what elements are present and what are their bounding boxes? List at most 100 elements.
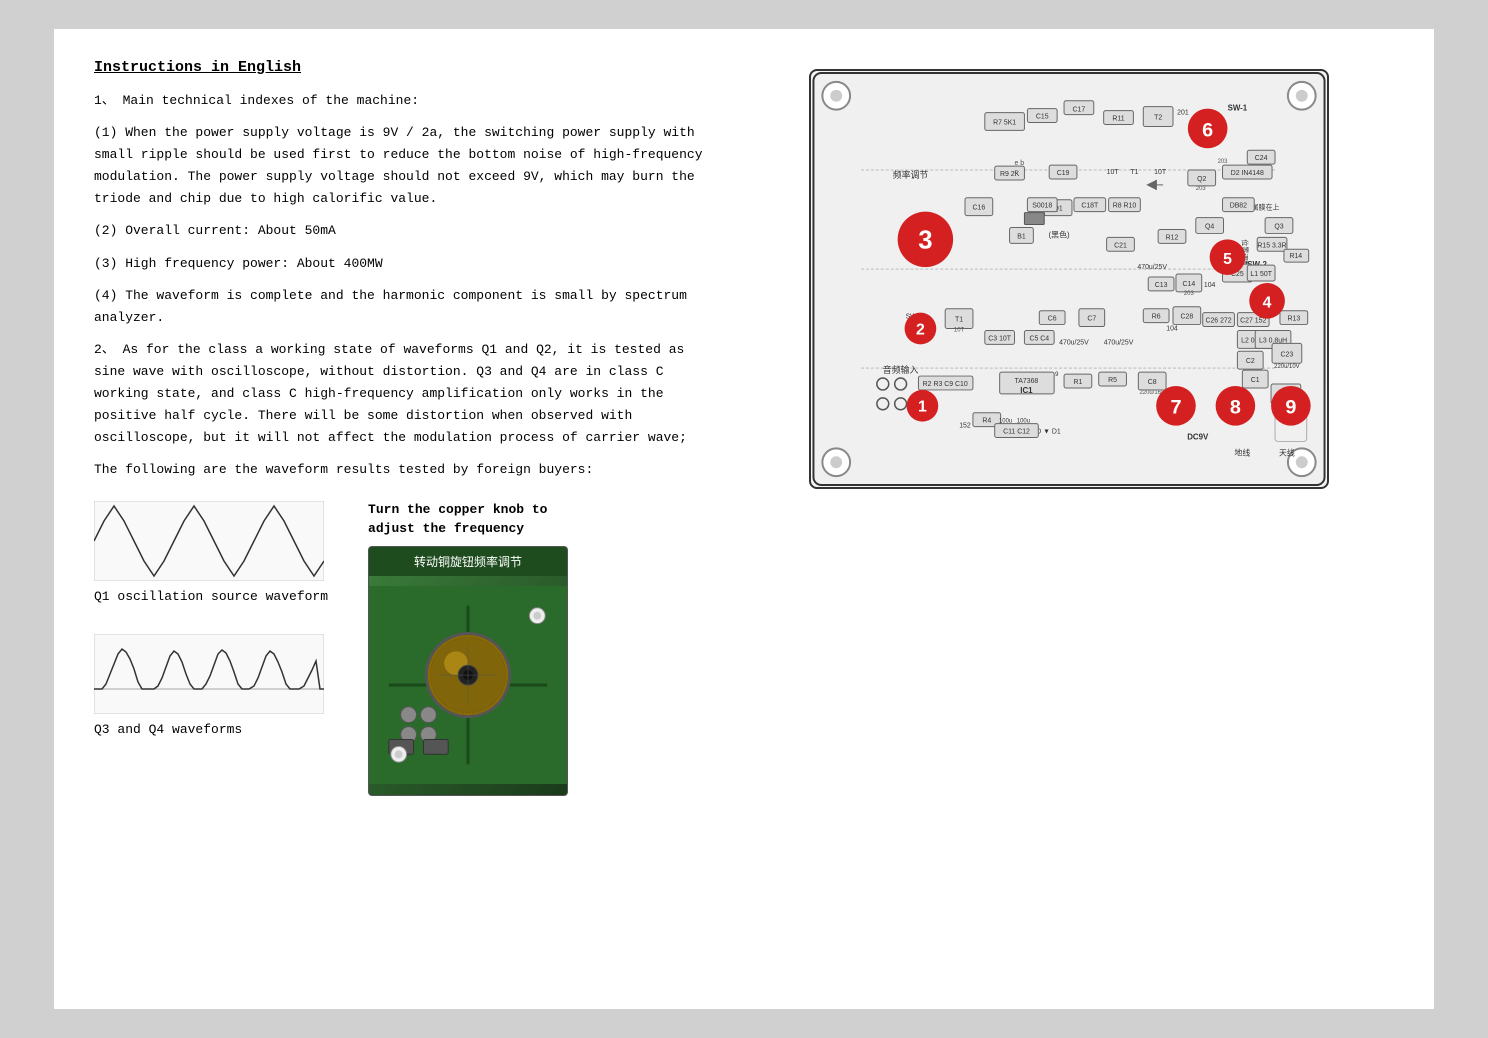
svg-text:T2: T2 — [1154, 115, 1162, 122]
svg-text:R6: R6 — [1152, 314, 1161, 321]
section-7: The following are the waveform results t… — [94, 459, 714, 481]
svg-text:C27 152: C27 152 — [1240, 318, 1266, 325]
svg-text:S0018: S0018 — [1032, 203, 1052, 210]
svg-text:C21: C21 — [1114, 242, 1127, 249]
svg-text:R1: R1 — [1073, 379, 1082, 386]
svg-text:220u/10V: 220u/10V — [1274, 364, 1299, 370]
section-3: (2) Overall current: About 50mA — [94, 220, 714, 242]
svg-text:C28: C28 — [1181, 314, 1194, 321]
svg-text:DB82: DB82 — [1230, 203, 1247, 210]
svg-text:10T: 10T — [1107, 169, 1120, 176]
waveform-left: Q1 oscillation source waveform Q3 and Q — [94, 501, 328, 737]
svg-text:TA7368: TA7368 — [1015, 378, 1039, 385]
svg-text:C16: C16 — [973, 205, 986, 212]
svg-text:C18T: C18T — [1081, 203, 1099, 210]
q1-waveform-svg — [94, 501, 324, 581]
svg-text:C7: C7 — [1087, 316, 1096, 323]
svg-text:T1: T1 — [955, 317, 963, 324]
svg-text:C2: C2 — [1246, 358, 1255, 365]
svg-text:天线: 天线 — [1279, 447, 1295, 457]
svg-text:SW-1: SW-1 — [1228, 104, 1248, 113]
svg-text:C14: C14 — [1182, 281, 1195, 288]
knob-caption-en: Turn the copper knob to adjust the frequ… — [368, 501, 568, 537]
q1-label: Q1 oscillation source waveform — [94, 589, 328, 604]
page-container: Instructions in English 1、 Main technica… — [54, 29, 1434, 1009]
svg-text:C24: C24 — [1255, 155, 1268, 162]
section-5: (4) The waveform is complete and the har… — [94, 285, 714, 329]
svg-text:203: 203 — [1196, 186, 1207, 192]
svg-text:R14: R14 — [1289, 253, 1302, 260]
left-panel: Instructions in English 1、 Main technica… — [94, 59, 714, 979]
svg-text:6: 6 — [1202, 119, 1213, 141]
svg-text:C23: C23 — [1281, 351, 1294, 358]
svg-text:C13: C13 — [1155, 282, 1168, 289]
svg-text:C26 272: C26 272 — [1205, 318, 1231, 325]
svg-text:DC9V: DC9V — [1187, 432, 1209, 441]
knob-photo-body — [369, 576, 567, 795]
q1-waveform-item: Q1 oscillation source waveform — [94, 501, 328, 604]
svg-text:Q3: Q3 — [1274, 223, 1283, 230]
svg-text:8: 8 — [1230, 397, 1241, 419]
svg-text:C17: C17 — [1073, 107, 1086, 114]
svg-text:201: 201 — [1177, 110, 1189, 117]
svg-text:e b: e b — [1015, 160, 1025, 167]
svg-text:频率调节: 频率调节 — [893, 169, 929, 180]
knob-photo-label-cn: 转动铜旋钮频率调节 — [369, 547, 567, 576]
svg-text:2: 2 — [916, 321, 925, 338]
svg-text:IC1: IC1 — [1020, 386, 1033, 395]
knob-photo: 转动铜旋钮频率调节 — [368, 546, 568, 796]
svg-text:R15 3.3R: R15 3.3R — [1257, 242, 1286, 249]
svg-text:C6: C6 — [1048, 316, 1057, 323]
svg-text:Q4: Q4 — [1205, 223, 1214, 230]
svg-text:R13: R13 — [1287, 316, 1300, 323]
page-title: Instructions in English — [94, 59, 714, 76]
svg-text:音频输入: 音频输入 — [883, 364, 919, 375]
svg-text:152: 152 — [959, 423, 971, 430]
svg-text:C19: C19 — [1057, 170, 1070, 177]
svg-text:L1 50T: L1 50T — [1250, 271, 1272, 278]
svg-text:4: 4 — [1263, 295, 1272, 312]
svg-text:203: 203 — [1218, 159, 1229, 165]
section-2: (1) When the power supply voltage is 9V … — [94, 122, 714, 210]
svg-text:470u/25V: 470u/25V — [1059, 339, 1089, 346]
svg-text:(黑色): (黑色) — [1049, 229, 1070, 239]
q3-waveform-item: Q3 and Q4 waveforms — [94, 634, 328, 737]
svg-text:R4: R4 — [982, 418, 991, 425]
svg-text:470u/25V: 470u/25V — [1137, 264, 1167, 271]
svg-text:R2 R3 C9 C10: R2 R3 C9 C10 — [923, 381, 968, 388]
svg-text:203: 203 — [1184, 291, 1195, 297]
section-6: 2、 As for the class a working state of w… — [94, 339, 714, 449]
svg-text:R11: R11 — [1112, 116, 1124, 123]
section-1: 1、 Main technical indexes of the machine… — [94, 90, 714, 112]
section-4: (3) High frequency power: About 400MW — [94, 253, 714, 275]
svg-text:470u/25V: 470u/25V — [1104, 339, 1134, 346]
svg-text:C15: C15 — [1036, 114, 1049, 121]
svg-text:T1: T1 — [1130, 169, 1138, 176]
circuit-board: R7 5K1 C15 C17 R11 T2 201 SW-1 频率调节 — [809, 69, 1329, 489]
svg-text:C3 10T: C3 10T — [988, 335, 1011, 342]
svg-text:B1: B1 — [1017, 233, 1026, 240]
svg-text:1: 1 — [918, 399, 927, 416]
svg-text:R8 R10: R8 R10 — [1113, 203, 1137, 210]
svg-text:D2 IN4148: D2 IN4148 — [1231, 170, 1264, 177]
svg-text:R5: R5 — [1108, 377, 1117, 384]
svg-text:104: 104 — [1166, 326, 1178, 333]
svg-text:7: 7 — [1170, 397, 1181, 419]
svg-text:10T: 10T — [1154, 169, 1167, 176]
svg-text:5: 5 — [1223, 251, 1232, 268]
svg-text:R12: R12 — [1166, 234, 1179, 241]
q3-label: Q3 and Q4 waveforms — [94, 722, 242, 737]
waveform-section: Q1 oscillation source waveform Q3 and Q — [94, 501, 714, 795]
svg-text:C1: C1 — [1251, 377, 1260, 384]
svg-text:104: 104 — [1204, 282, 1216, 289]
svg-text:3: 3 — [918, 226, 932, 254]
svg-text:地线: 地线 — [1234, 447, 1250, 457]
svg-text:c: c — [1015, 169, 1019, 176]
svg-text:9: 9 — [1285, 397, 1296, 419]
svg-text:10T: 10T — [954, 327, 965, 333]
waveform-right: Turn the copper knob to adjust the frequ… — [368, 501, 568, 795]
svg-text:R7 5K1: R7 5K1 — [993, 119, 1016, 126]
right-panel: R7 5K1 C15 C17 R11 T2 201 SW-1 频率调节 — [744, 59, 1394, 979]
svg-text:C5 C4: C5 C4 — [1029, 335, 1049, 342]
svg-text:C8: C8 — [1148, 379, 1157, 386]
